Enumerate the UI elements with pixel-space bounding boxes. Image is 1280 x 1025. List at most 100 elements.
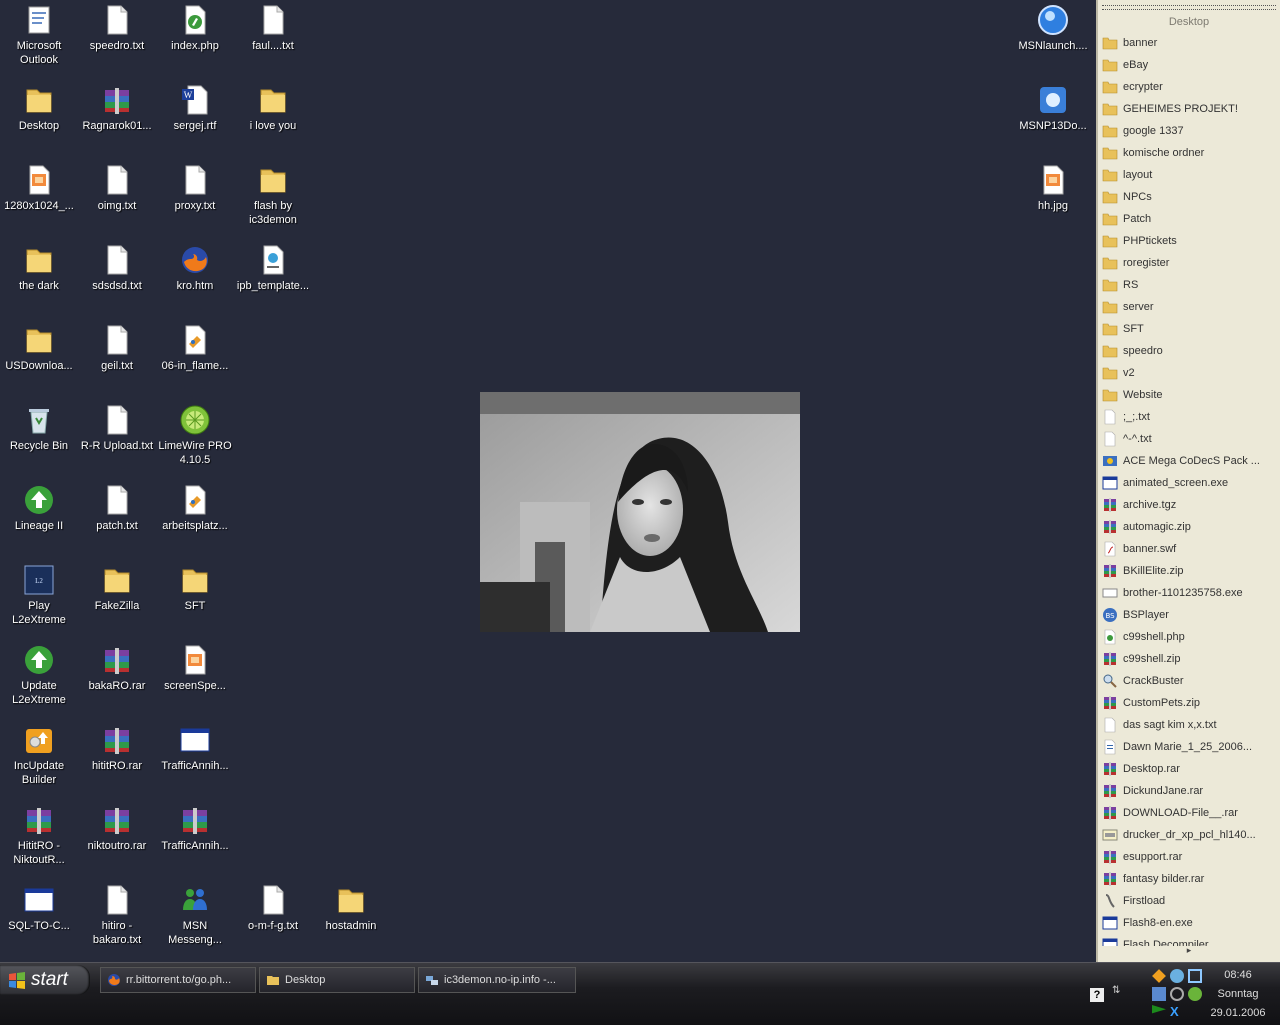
desktop-icon-ipb-template[interactable]: ipb_template... xyxy=(234,244,312,293)
desktop-icon-speedro-txt[interactable]: speedro.txt xyxy=(78,4,156,53)
desktop-icon-kro-htm[interactable]: kro.htm xyxy=(156,244,234,293)
panel-item[interactable]: BS BSPlayer xyxy=(1102,604,1278,626)
msn-tray-icon[interactable] xyxy=(1170,969,1184,983)
panel-item[interactable]: CrackBuster xyxy=(1102,670,1278,692)
desktop-icon-recycle-bin[interactable]: Recycle Bin xyxy=(0,404,78,453)
desktop-icon-niktoutro-rar[interactable]: niktoutro.rar xyxy=(78,804,156,853)
start-button[interactable]: start xyxy=(0,965,90,995)
lightning-icon[interactable] xyxy=(1152,969,1166,983)
taskbar-button-ic3demon[interactable]: ic3demon.no-ip.info -... xyxy=(418,967,576,993)
panel-item[interactable]: Flash8-en.exe xyxy=(1102,912,1278,934)
panel-item[interactable]: esupport.rar xyxy=(1102,846,1278,868)
desktop-icon-the-dark[interactable]: the dark xyxy=(0,244,78,293)
panel-item[interactable]: layout xyxy=(1102,164,1278,186)
desktop-icon-play-l2extreme[interactable]: L2 Play L2eXtreme xyxy=(0,564,78,627)
panel-item[interactable]: DOWNLOAD-File__.rar xyxy=(1102,802,1278,824)
desktop-icon-sft[interactable]: SFT xyxy=(156,564,234,613)
panel-item[interactable]: ;_;.txt xyxy=(1102,406,1278,428)
panel-item[interactable]: DickundJane.rar xyxy=(1102,780,1278,802)
desktop-icon-sql-to-c[interactable]: SQL-TO-C... xyxy=(0,884,78,933)
panel-item[interactable]: Dawn Marie_1_25_2006... xyxy=(1102,736,1278,758)
panel-item[interactable]: roregister xyxy=(1102,252,1278,274)
desktop-icon-sdsdsd-txt[interactable]: sdsdsd.txt xyxy=(78,244,156,293)
panel-item[interactable]: CustomPets.zip xyxy=(1102,692,1278,714)
desktop-icon-bakaro-rar[interactable]: bakaRO.rar xyxy=(78,644,156,693)
panel-item[interactable]: google 1337 xyxy=(1102,120,1278,142)
desktop-icon-desktop-folder[interactable]: Desktop xyxy=(0,84,78,133)
panel-item[interactable]: server xyxy=(1102,296,1278,318)
network-tray-icon[interactable]: ⇅ xyxy=(1112,985,1126,999)
desktop-icon-hititro-niktoutro[interactable]: HititRO - NiktoutR... xyxy=(0,804,78,867)
help-icon[interactable]: ? xyxy=(1090,988,1104,1002)
flag-tray-icon[interactable] xyxy=(1152,1005,1166,1014)
panel-item[interactable]: ecrypter xyxy=(1102,76,1278,98)
panel-item[interactable]: komische ordner xyxy=(1102,142,1278,164)
desktop-icon-06-in-flame[interactable]: 06-in_flame... xyxy=(156,324,234,373)
desktop-icon-patch-txt[interactable]: patch.txt xyxy=(78,484,156,533)
desktop-icon-msnp13[interactable]: MSNP13Do... xyxy=(1014,84,1092,133)
desktop-icon-trafficannih-app[interactable]: TrafficAnnih... xyxy=(156,724,234,773)
desktop-icon-hitiro-bakaro[interactable]: hitiro - bakaro.txt xyxy=(78,884,156,947)
desktop-icon-limewire[interactable]: LimeWire PRO 4.10.5 xyxy=(156,404,234,467)
clock-time[interactable]: 08:46 xyxy=(1196,969,1280,981)
desktop-icon-o-m-f-g[interactable]: o-m-f-g.txt xyxy=(234,884,312,933)
panel-item[interactable]: GEHEIMES PROJEKT! xyxy=(1102,98,1278,120)
panel-item[interactable]: das sagt kim x,x.txt xyxy=(1102,714,1278,736)
panel-item[interactable]: banner.swf xyxy=(1102,538,1278,560)
panel-grip[interactable] xyxy=(1102,5,1276,10)
panel-item[interactable]: v2 xyxy=(1102,362,1278,384)
desktop-icon-update-l2extreme[interactable]: Update L2eXtreme xyxy=(0,644,78,707)
panel-item[interactable]: fantasy bilder.rar xyxy=(1102,868,1278,890)
desktop-icon-flash-by-ic3demon[interactable]: flash by ic3demon xyxy=(234,164,312,227)
panel-item[interactable]: c99shell.zip xyxy=(1102,648,1278,670)
desktop-icon-screenspe[interactable]: screenSpe... xyxy=(156,644,234,693)
taskbar-button-bittorrent[interactable]: rr.bittorrent.to/go.ph... xyxy=(100,967,256,993)
panel-item[interactable]: drucker_dr_xp_pcl_hl140... xyxy=(1102,824,1278,846)
desktop-icon-trafficannih-rar[interactable]: TrafficAnnih... xyxy=(156,804,234,853)
monitor-tray-icon[interactable] xyxy=(1152,987,1166,1001)
desktop-icon-i-love-you[interactable]: i love you xyxy=(234,84,312,133)
panel-item[interactable]: c99shell.php xyxy=(1102,626,1278,648)
panel-item[interactable]: eBay xyxy=(1102,54,1278,76)
desktop-icon-fakezilla[interactable]: FakeZilla xyxy=(78,564,156,613)
panel-item[interactable]: animated_screen.exe xyxy=(1102,472,1278,494)
panel-item[interactable]: PHPtickets xyxy=(1102,230,1278,252)
sync-tray-icon[interactable] xyxy=(1170,987,1184,1001)
panel-item[interactable]: archive.tgz xyxy=(1102,494,1278,516)
desktop-icon-incupdate-builder[interactable]: IncUpdate Builder xyxy=(0,724,78,787)
taskbar-button-desktop[interactable]: Desktop xyxy=(259,967,415,993)
panel-item[interactable]: brother-1101235758.exe xyxy=(1102,582,1278,604)
desktop-icon-hititro-rar[interactable]: hititRO.rar xyxy=(78,724,156,773)
desktop-icon-hh-jpg[interactable]: hh.jpg xyxy=(1014,164,1092,213)
panel-item[interactable]: automagic.zip xyxy=(1102,516,1278,538)
panel-item[interactable]: ^-^.txt xyxy=(1102,428,1278,450)
desktop-icon-msnlaunch[interactable]: MSNlaunch.... xyxy=(1014,4,1092,53)
panel-scroll-arrow[interactable]: ▸ xyxy=(1098,945,1280,956)
desktop-icon-lineage-ii[interactable]: Lineage II xyxy=(0,484,78,533)
desktop-icon-rr-upload[interactable]: R-R Upload.txt xyxy=(78,404,156,453)
panel-item[interactable]: ACE Mega CoDecS Pack ... xyxy=(1102,450,1278,472)
desktop-icon-faul-txt[interactable]: faul....txt xyxy=(234,4,312,53)
desktop-icon-hostadmin[interactable]: hostadmin xyxy=(312,884,390,933)
panel-item[interactable]: Patch xyxy=(1102,208,1278,230)
desktop-icon-1280x1024[interactable]: 1280x1024_... xyxy=(0,164,78,213)
x-tray-icon[interactable]: X xyxy=(1170,1005,1184,1019)
desktop-icon-arbeitsplatz[interactable]: arbeitsplatz... xyxy=(156,484,234,533)
panel-item[interactable]: banner xyxy=(1102,32,1278,54)
panel-item[interactable]: speedro xyxy=(1102,340,1278,362)
panel-item[interactable]: RS xyxy=(1102,274,1278,296)
desktop-icon-ragnarok[interactable]: Ragnarok01... xyxy=(78,84,156,133)
panel-item[interactable]: BKillElite.zip xyxy=(1102,560,1278,582)
panel-item[interactable]: SFT xyxy=(1102,318,1278,340)
desktop-icon-usdownloads[interactable]: USDownloa... xyxy=(0,324,78,373)
desktop-icon-outlook[interactable]: Microsoft Outlook xyxy=(0,4,78,67)
desktop-icon-oimg-txt[interactable]: oimg.txt xyxy=(78,164,156,213)
panel-item[interactable]: Desktop.rar xyxy=(1102,758,1278,780)
panel-item[interactable]: Firstload xyxy=(1102,890,1278,912)
desktop-icon-geil-txt[interactable]: geil.txt xyxy=(78,324,156,373)
panel-item[interactable]: Website xyxy=(1102,384,1278,406)
desktop-icon-sergej-rtf[interactable]: W sergej.rtf xyxy=(156,84,234,133)
desktop-icon-proxy-txt[interactable]: proxy.txt xyxy=(156,164,234,213)
panel-item[interactable]: NPCs xyxy=(1102,186,1278,208)
desktop-icon-msn-messenger[interactable]: MSN Messeng... xyxy=(156,884,234,947)
